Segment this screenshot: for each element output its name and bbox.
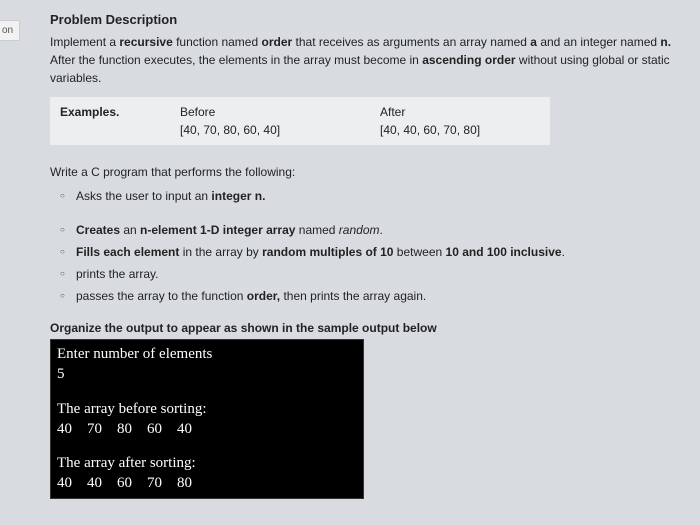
intro-paragraph: Implement a recursive function named ord… [50,33,680,87]
terminal-line: 40 70 80 60 40 [57,419,357,439]
text-bold: n. [660,35,671,49]
terminal-line: 40 40 60 70 80 [57,473,357,493]
after-column: After [40, 40, 60, 70, 80] [380,105,540,137]
before-label: Before [180,105,380,119]
text-bold: Fills each element [76,245,179,259]
task-intro: Write a C program that performs the foll… [50,163,680,181]
side-tag: on [0,20,20,41]
problem-heading: Problem Description [50,12,680,27]
text: Implement a [50,35,119,49]
after-label: After [380,105,540,119]
examples-box: Examples. Before [40, 70, 80, 60, 40] Af… [50,97,550,145]
text: then prints the array again. [280,289,426,303]
terminal-line: 5 [57,364,357,384]
text-bold: a [530,35,537,49]
organize-heading: Organize the output to appear as shown i… [50,321,680,335]
list-item: Fills each element in the array by rando… [64,243,680,261]
text: After the function executes, the element… [50,53,422,67]
text-bold: n-element 1-D integer array [140,223,295,237]
text-bold: random multiples of 10 [262,245,393,259]
bullet-list-1: Asks the user to input an integer n. [50,187,680,205]
text: and an integer named [537,35,660,49]
text: function named [173,35,262,49]
text-bold: recursive [119,35,172,49]
text-bold: integer n. [211,189,265,203]
page-content: Problem Description Implement a recursiv… [40,0,700,499]
sample-output-terminal: Enter number of elements 5 The array bef… [50,339,364,499]
text: between [393,245,445,259]
text-bold: order, [247,289,280,303]
after-value: [40, 40, 60, 70, 80] [380,123,540,137]
terminal-line: The array before sorting: [57,399,357,419]
text-bold: order [261,35,292,49]
terminal-line: The array after sorting: [57,453,357,473]
text-bold: ascending order [422,53,515,67]
list-item: Creates an n-element 1-D integer array n… [64,221,680,239]
text: . [379,223,382,237]
list-item: passes the array to the function order, … [64,287,680,305]
list-item: prints the array. [64,265,680,283]
text: an [120,223,140,237]
before-value: [40, 70, 80, 60, 40] [180,123,380,137]
text: Asks the user to input an [76,189,211,203]
text-bold: Creates [76,223,120,237]
bullet-list-2: Creates an n-element 1-D integer array n… [50,221,680,305]
text-italic: random [339,223,380,237]
text: passes the array to the function [76,289,247,303]
text: in the array by [179,245,262,259]
text: . [562,245,565,259]
before-column: Before [40, 70, 80, 60, 40] [180,105,380,137]
text: named [295,223,338,237]
terminal-line: Enter number of elements [57,344,357,364]
text: that receives as arguments an array name… [292,35,530,49]
list-item: Asks the user to input an integer n. [64,187,680,205]
examples-label: Examples. [60,105,180,137]
text-bold: 10 and 100 inclusive [446,245,562,259]
